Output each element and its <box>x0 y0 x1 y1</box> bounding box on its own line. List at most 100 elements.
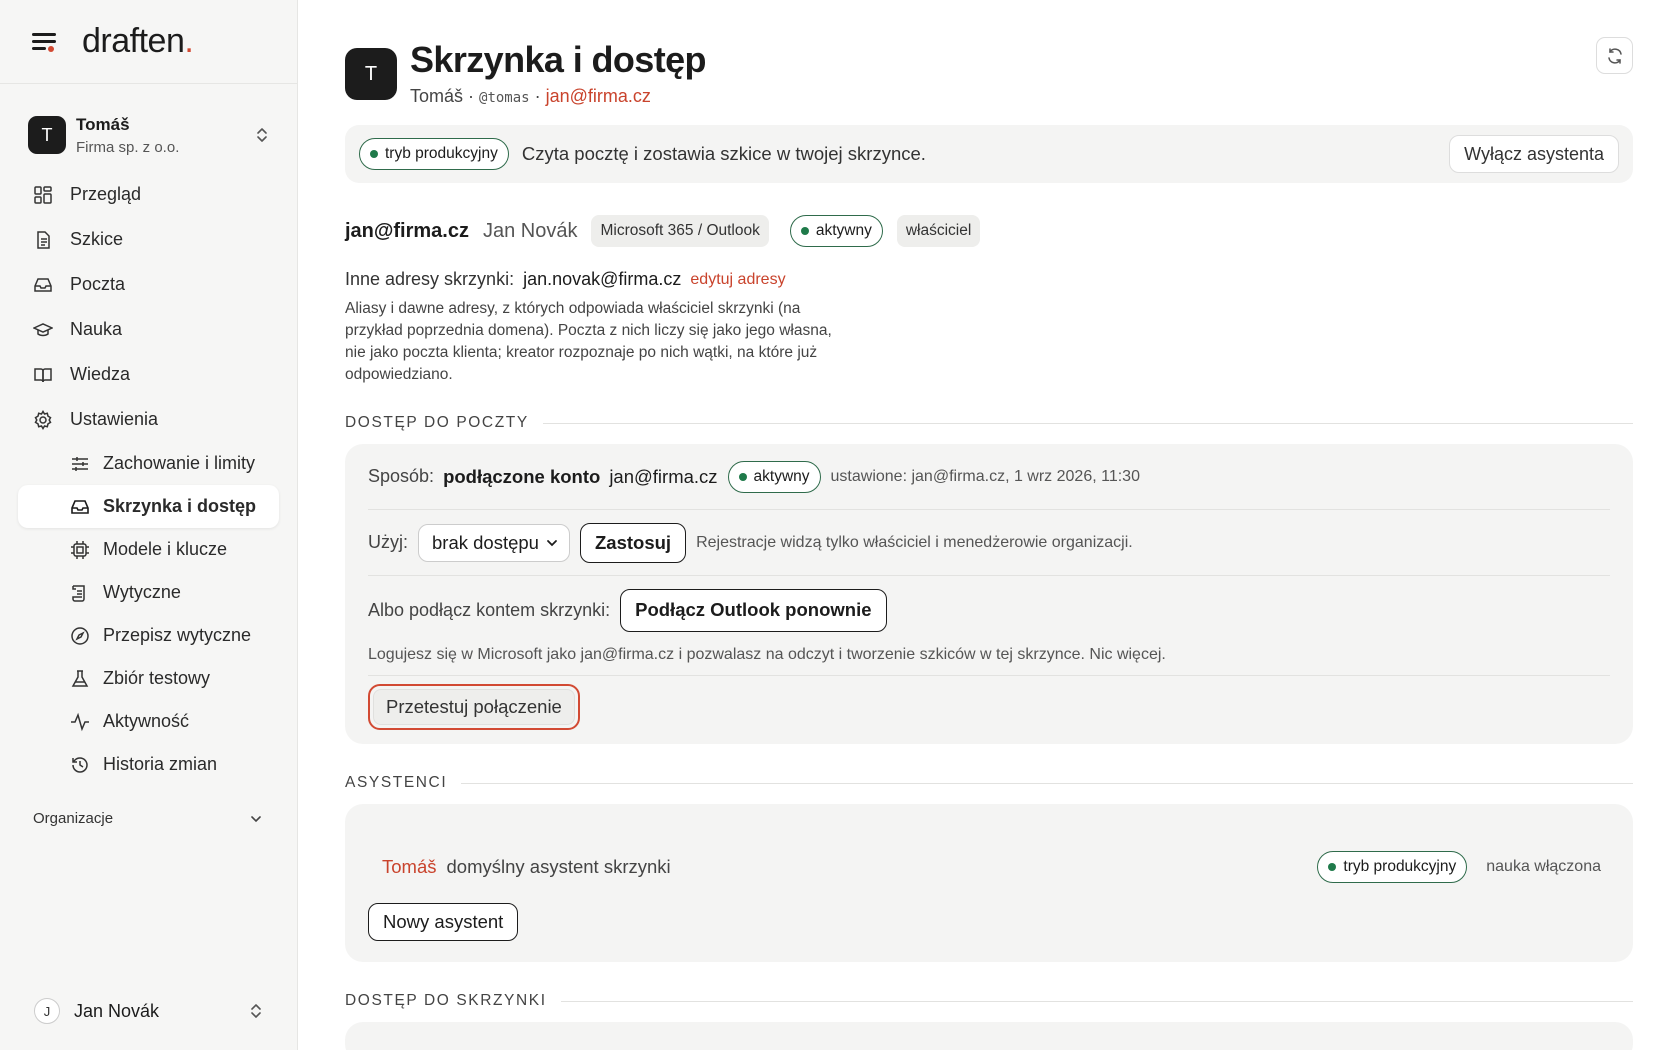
sidebar-item-skrzynka[interactable]: Skrzynka i dostęp <box>18 485 279 528</box>
gear-icon <box>32 409 54 431</box>
avatar: J <box>34 998 60 1024</box>
sidebar-item-zachowanie[interactable]: Zachowanie i limity <box>18 442 279 485</box>
nav-item-wiedza[interactable]: Wiedza <box>0 352 297 397</box>
page-subtitle: Tomáš · @tomas · jan@firma.cz <box>410 86 651 106</box>
nav-item-nauka[interactable]: Nauka <box>0 307 297 352</box>
chevron-updown-icon <box>257 128 267 142</box>
org-name: Tomáš <box>76 114 130 134</box>
main-nav: Przegląd Szkice Poczta Nauka Wiedza Usta… <box>0 172 297 786</box>
test-button-focus-ring: Przetestuj połączenie <box>368 684 580 730</box>
book-icon <box>32 364 54 386</box>
sidebar-item-historia[interactable]: Historia zmian <box>18 743 279 786</box>
banner-description: Czyta pocztę i zostawia szkice w twojej … <box>521 143 926 164</box>
alias-label: Inne adresy skrzynki: <box>345 269 515 289</box>
refresh-button[interactable] <box>1596 37 1633 74</box>
sidebar: draften. T Tomáš Firma sp. z o.o. Przegl… <box>0 0 298 1050</box>
use-label: Użyj: <box>368 532 408 552</box>
status-dot-icon <box>738 472 747 481</box>
nav-item-ustawienia[interactable]: Ustawienia <box>0 397 297 442</box>
use-note: Rejestracje widzą tylko właściciel i men… <box>696 533 1133 551</box>
sidebar-item-wytyczne[interactable]: Wytyczne <box>18 571 279 614</box>
learning-status: nauka włączona <box>1486 858 1601 875</box>
main-content: T Skrzynka i dostęp Tomáš · @tomas · jan… <box>345 0 1633 1050</box>
sliders-icon <box>69 453 91 475</box>
status-dot-icon <box>1328 863 1337 871</box>
sidebar-item-modele[interactable]: Modele i klucze <box>18 528 279 571</box>
status-dot-icon <box>370 150 378 158</box>
method-email: jan@firma.cz <box>609 465 718 487</box>
flask-icon <box>69 668 91 690</box>
status-badge: aktywny <box>789 215 883 247</box>
org-avatar: T <box>28 116 66 154</box>
connect-note: Logujesz się w Microsoft jako jan@firma.… <box>368 646 1166 663</box>
method-label: Sposób: <box>368 466 435 486</box>
logo[interactable]: draften. <box>82 22 194 61</box>
status-dot-icon <box>800 227 809 235</box>
assistant-row[interactable]: Tomáš domyślny asystent skrzynki tryb pr… <box>368 837 1610 897</box>
use-row: Użyj: brak dostępu Zastosuj Rejestracje … <box>368 510 1610 576</box>
org-switcher[interactable]: T Tomáš Firma sp. z o.o. <box>0 102 297 168</box>
assistant-status-banner: tryb produkcyjny Czyta pocztę i zostawia… <box>345 125 1633 183</box>
scroll-icon <box>69 582 91 604</box>
grid-icon <box>32 184 54 206</box>
chip-icon <box>69 539 91 561</box>
document-icon <box>32 229 54 251</box>
test-row: Przetestuj połączenie <box>368 676 1610 744</box>
brand-bar: draften. <box>0 0 297 84</box>
method-row: Sposób: podłączone konto jan@firma.cz ak… <box>368 444 1610 510</box>
activity-icon <box>69 711 91 733</box>
account-name: Jan Novák <box>482 219 578 242</box>
owner-email-link[interactable]: jan@firma.cz <box>546 86 651 106</box>
org-company: Firma sp. z o.o. <box>76 138 180 156</box>
edit-aliases-link[interactable]: edytuj adresy <box>690 271 785 289</box>
access-select[interactable]: brak dostępu <box>418 523 570 562</box>
organizations-toggle[interactable]: Organizacje <box>0 810 297 827</box>
connect-note-row: Logujesz się w Microsoft jako jan@firma.… <box>368 644 1610 676</box>
reconnect-outlook-button[interactable]: Podłącz Outlook ponownie <box>620 588 887 632</box>
mail-access-card: Sposób: podłączone konto jan@firma.cz ak… <box>345 444 1633 744</box>
chevron-down-icon <box>251 815 261 822</box>
user-name: Jan Novák <box>74 1000 160 1021</box>
sidebar-item-przepisz[interactable]: Przepisz wytyczne <box>18 614 279 657</box>
section-assistants: ASYSTENCI <box>345 774 1633 792</box>
menu-icon[interactable] <box>32 30 60 54</box>
section-mailbox-access: DOSTĘP DO SKRZYNKI <box>345 992 1633 1010</box>
account-row: jan@firma.cz Jan Novák Microsoft 365 / O… <box>345 215 1633 247</box>
page-title: Skrzynka i dostęp <box>410 39 707 80</box>
role-badge: właściciel <box>896 215 981 247</box>
nav-item-przeglad[interactable]: Przegląd <box>0 172 297 217</box>
disable-assistant-button[interactable]: Wyłącz asystenta <box>1449 135 1619 173</box>
account-email: jan@firma.cz <box>345 219 469 242</box>
nav-item-szkice[interactable]: Szkice <box>0 217 297 262</box>
apply-button[interactable]: Zastosuj <box>580 522 687 563</box>
page-header: T Skrzynka i dostęp Tomáš · @tomas · jan… <box>345 40 1633 107</box>
assistant-description: domyślny asystent skrzynki <box>446 856 671 877</box>
assistant-mode-badge: tryb produkcyjny <box>1317 851 1468 883</box>
alias-row: Inne adresy skrzynki: jan.novak@firma.cz… <box>345 269 1633 290</box>
mailbox-access-card <box>345 1022 1633 1050</box>
compass-icon <box>69 625 91 647</box>
history-icon <box>69 754 91 776</box>
graduation-cap-icon <box>32 319 54 341</box>
assistant-name[interactable]: Tomáš <box>382 856 437 878</box>
new-assistant-button[interactable]: Nowy asystent <box>368 903 519 941</box>
method-set-info: ustawione: jan@firma.cz, 1 wrz 2026, 11:… <box>830 467 1140 485</box>
section-mail-access: DOSTĘP DO POCZTY <box>345 414 1633 432</box>
mode-badge: tryb produkcyjny <box>359 138 509 170</box>
assistants-card: Tomáš domyślny asystent skrzynki tryb pr… <box>345 804 1633 962</box>
connect-label: Albo podłącz kontem skrzynki: <box>368 599 611 620</box>
nav-item-poczta[interactable]: Poczta <box>0 262 297 307</box>
connect-row: Albo podłącz kontem skrzynki: Podłącz Ou… <box>368 576 1610 644</box>
alias-note: Aliasy i dawne adresy, z których odpowia… <box>345 300 832 383</box>
chevron-updown-icon <box>251 1004 261 1018</box>
assistant-avatar: T <box>345 48 397 100</box>
sidebar-item-zbior[interactable]: Zbiór testowy <box>18 657 279 700</box>
sidebar-item-aktywnosc[interactable]: Aktywność <box>18 700 279 743</box>
alias-value: jan.novak@firma.cz <box>523 269 682 289</box>
provider-badge: Microsoft 365 / Outlook <box>591 215 769 247</box>
inbox-icon <box>69 496 91 518</box>
inbox-icon <box>32 274 54 296</box>
method-status-badge: aktywny <box>727 460 821 493</box>
test-connection-button[interactable]: Przetestuj połączenie <box>373 689 575 725</box>
user-menu[interactable]: J Jan Novák <box>34 998 263 1024</box>
